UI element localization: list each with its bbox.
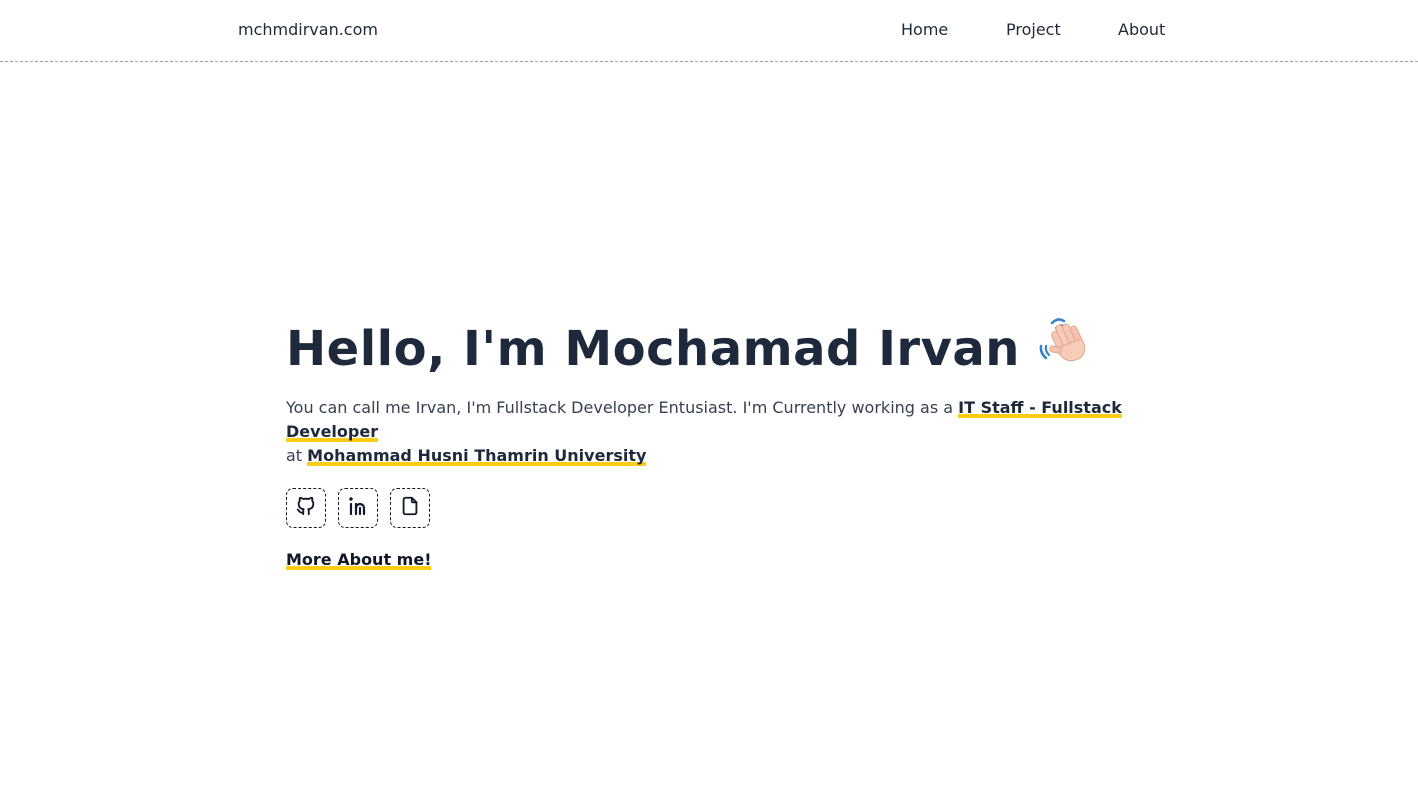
linkedin-icon bbox=[346, 495, 370, 521]
waving-hand-icon bbox=[1038, 313, 1090, 382]
hero-section: Hello, I'm Mochamad Irvan You can call m… bbox=[286, 317, 1166, 570]
hero-intro: You can call me Irvan, I'm Fullstack Dev… bbox=[286, 396, 1146, 468]
intro-at-text: at bbox=[286, 445, 308, 465]
hero-title-text: Hello, I'm Mochamad Irvan bbox=[286, 321, 1020, 377]
github-icon bbox=[295, 495, 317, 521]
github-link[interactable] bbox=[286, 487, 326, 528]
more-about-me-link[interactable]: More About me! bbox=[286, 549, 432, 570]
hero-title: Hello, I'm Mochamad Irvan bbox=[286, 317, 1166, 382]
intro-text: You can call me Irvan, I'm Fullstack Dev… bbox=[286, 397, 959, 417]
social-links bbox=[286, 487, 1166, 528]
resume-link[interactable] bbox=[390, 487, 430, 528]
linkedin-link[interactable] bbox=[338, 487, 378, 528]
nav-project-link[interactable]: Project bbox=[1006, 20, 1061, 40]
company-link[interactable]: Mohammad Husni Thamrin University bbox=[307, 445, 647, 466]
nav-about-link[interactable]: About bbox=[1118, 20, 1165, 40]
site-brand-link[interactable]: mchmdirvan.com bbox=[238, 20, 378, 40]
site-header: mchmdirvan.com Home Project About bbox=[0, 0, 1418, 62]
document-icon bbox=[399, 495, 421, 521]
nav-home-link[interactable]: Home bbox=[901, 20, 948, 40]
